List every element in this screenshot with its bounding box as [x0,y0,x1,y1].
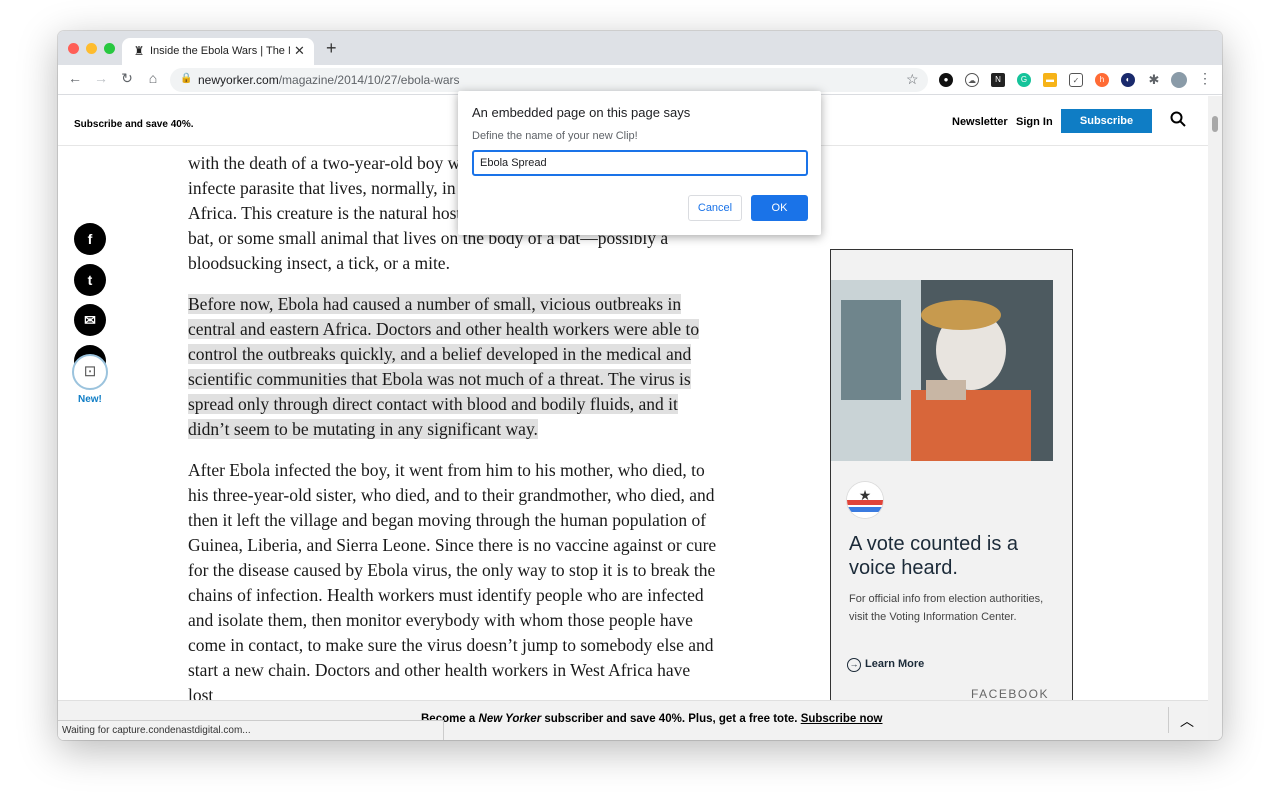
new-label: New! [78,394,102,405]
ad-headline: A vote counted is a voice heard. [849,533,1019,579]
address-bar[interactable]: 🔒 newyorker.com/magazine/2014/10/27/ebol… [170,68,928,92]
maximize-window-button[interactable] [104,43,115,54]
voting-star-badge-icon: ★ [847,482,883,518]
scrollbar-thumb[interactable] [1212,116,1218,132]
banner-divider [1168,707,1169,733]
honey-extension-icon[interactable]: h [1095,73,1109,87]
browser-tab[interactable]: ♜ Inside the Ebola Wars | The Ne ✕ [122,38,314,65]
extension-icon-1[interactable]: ● [939,73,953,87]
ok-button[interactable]: OK [751,195,808,221]
new-yorker-favicon-icon: ♜ [133,44,145,58]
status-bar: Waiting for capture.condenastdigital.com… [58,720,444,740]
browser-menu-icon[interactable]: ⋮ [1196,70,1214,87]
clip-name-input[interactable] [472,150,808,176]
sign-in-link[interactable]: Sign In [1016,116,1053,128]
facebook-share-icon[interactable]: f [74,223,106,255]
url-path: /magazine/2014/10/27/ebola-wars [278,73,460,87]
new-tab-icon[interactable]: + [326,39,337,57]
browser-window: ♜ Inside the Ebola Wars | The Ne ✕ + ← →… [58,31,1222,740]
page-scrollbar[interactable] [1208,96,1222,740]
prompt-dialog: An embedded page on this page says Defin… [458,91,821,235]
search-icon[interactable] [1170,111,1186,127]
dialog-title: An embedded page on this page says [472,105,691,120]
cancel-button[interactable]: Cancel [688,195,742,221]
highlighter-extension-icon[interactable]: ▬ [1043,73,1057,87]
banner-middle: subscriber and save 40%. Plus, get a fre… [541,713,801,725]
profile-avatar[interactable] [1171,72,1187,88]
grammarly-extension-icon[interactable]: G [1017,73,1031,87]
newsletter-link[interactable]: Newsletter [952,116,1008,128]
extensions-puzzle-icon[interactable]: ✱ [1147,73,1161,87]
header-promo[interactable]: Subscribe and save 40%. [74,119,194,130]
facebook-ad[interactable]: ★ A vote counted is a voice heard. For o… [830,249,1073,740]
banner-text: Become a New Yorker subscriber and save … [421,713,882,725]
tab-title: Inside the Ebola Wars | The Ne [150,45,290,57]
subscribe-now-link[interactable]: Subscribe now [801,713,883,725]
article-paragraph-3: After Ebola infected the boy, it went fr… [188,460,717,705]
article-paragraph-2: Before now, Ebola had caused a number of… [188,292,718,442]
ad-brand: FACEBOOK [971,687,1050,701]
email-share-icon[interactable]: ✉ [74,304,106,336]
ad-body-text: For official info from election authorit… [849,593,1044,623]
subscribe-button[interactable]: Subscribe [1061,109,1152,133]
cloud-extension-icon[interactable]: ☁ [965,73,979,87]
bookmark-clip-icon[interactable]: ⊡ [72,354,108,390]
chevron-up-icon[interactable]: ︿ [1180,711,1194,731]
home-icon[interactable]: ⌂ [144,70,162,86]
url-text: newyorker.com/magazine/2014/10/27/ebola-… [198,73,460,87]
extension-icon-8[interactable]: ◐ [1121,73,1135,87]
reload-icon[interactable]: ↻ [118,70,136,87]
tab-strip: ♜ Inside the Ebola Wars | The Ne ✕ + [58,31,1222,65]
article-body: with the death of a two-year-old boy wh … [188,151,718,724]
twitter-share-icon[interactable]: t [74,264,106,296]
svg-text:★: ★ [859,488,872,504]
bookmark-star-icon[interactable]: ☆ [906,71,919,88]
notion-extension-icon[interactable]: N [991,73,1005,87]
banner-magazine-name: New Yorker [478,713,542,725]
minimize-window-button[interactable] [86,43,97,54]
highlighted-text: Before now, Ebola had caused a number of… [188,294,700,439]
close-window-button[interactable] [68,43,79,54]
close-tab-icon[interactable]: ✕ [294,43,305,59]
forward-icon[interactable]: → [92,70,110,86]
learn-more-label: Learn More [865,658,925,670]
url-host: newyorker.com [198,73,279,87]
dialog-message: Define the name of your new Clip! [472,130,638,142]
learn-more-link[interactable]: → Learn More [847,658,924,672]
arrow-circle-icon: → [847,658,861,672]
back-icon[interactable]: ← [66,70,84,86]
pocket-extension-icon[interactable]: ✓ [1069,73,1083,87]
ad-photo-man-with-phone [831,280,1053,461]
lock-icon: 🔒 [180,73,193,84]
